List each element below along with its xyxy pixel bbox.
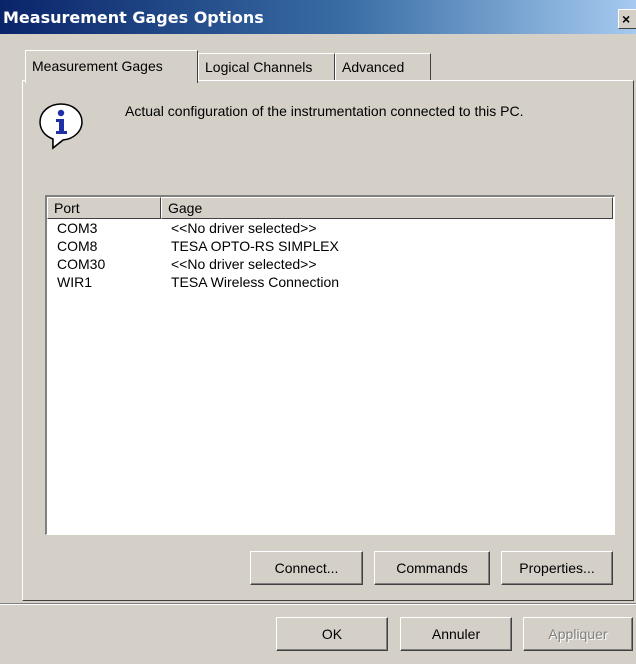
cancel-button[interactable]: Annuler: [400, 617, 512, 651]
port-cell: COM3: [57, 220, 98, 236]
separator: [0, 604, 636, 605]
tab-advanced[interactable]: Advanced: [335, 53, 431, 81]
properties-button[interactable]: Properties...: [501, 551, 613, 585]
tab-measurement-gages[interactable]: Measurement Gages: [25, 50, 198, 83]
tab-label: Advanced: [342, 59, 405, 75]
column-header-port[interactable]: Port: [47, 197, 161, 219]
column-header-gage[interactable]: Gage: [161, 197, 613, 219]
ok-button[interactable]: OK: [276, 617, 388, 651]
tab-label: Measurement Gages: [32, 58, 163, 74]
port-cell: COM8: [57, 238, 98, 254]
port-cell: WIR1: [57, 274, 92, 290]
info-icon: [39, 103, 83, 150]
table-row[interactable]: COM30 <<No driver selected>>: [47, 255, 614, 273]
table-row[interactable]: COM3 <<No driver selected>>: [47, 219, 614, 237]
connect-button[interactable]: Connect...: [250, 551, 363, 585]
close-icon: ×: [622, 11, 631, 27]
port-cell: COM30: [57, 256, 106, 272]
gage-cell: TESA OPTO-RS SIMPLEX: [171, 238, 339, 254]
close-button[interactable]: ×: [618, 9, 636, 29]
description-text: Actual configuration of the instrumentat…: [125, 103, 524, 119]
commands-button[interactable]: Commands: [374, 551, 490, 585]
tab-label: Logical Channels: [205, 59, 313, 75]
gage-list[interactable]: Port Gage COM3 <<No driver selected>> CO…: [45, 195, 615, 535]
window-title: Measurement Gages Options: [3, 8, 264, 27]
gage-cell: <<No driver selected>>: [171, 220, 317, 236]
tab-logical-channels[interactable]: Logical Channels: [198, 53, 335, 81]
table-row[interactable]: WIR1 TESA Wireless Connection: [47, 273, 614, 291]
title-bar: Measurement Gages Options ×: [0, 0, 636, 34]
list-header: Port Gage: [47, 197, 614, 219]
table-row[interactable]: COM8 TESA OPTO-RS SIMPLEX: [47, 237, 614, 255]
apply-button[interactable]: Appliquer: [523, 617, 633, 651]
gage-cell: <<No driver selected>>: [171, 256, 317, 272]
gage-cell: TESA Wireless Connection: [171, 274, 340, 290]
